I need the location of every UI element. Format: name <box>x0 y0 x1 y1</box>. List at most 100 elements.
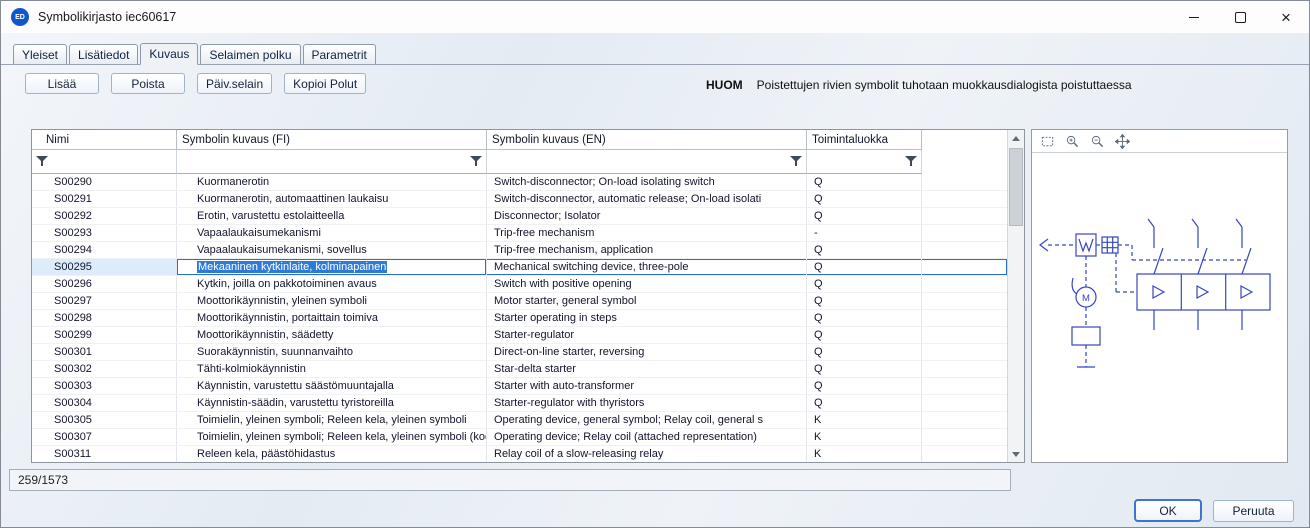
scroll-down-button[interactable] <box>1008 446 1024 462</box>
cell-nimi: S00294 <box>32 242 177 258</box>
zoom-out-icon[interactable] <box>1089 133 1105 149</box>
cell-en: Direct-on-line starter, reversing <box>487 344 807 360</box>
table-row[interactable]: S00295 Mekaaninen kytkinlaite, kolminapai… <box>32 259 1007 276</box>
table-row[interactable]: S00299Moottorikäynnistin, säädettyStarte… <box>32 327 1007 344</box>
cell-nimi: S00290 <box>32 174 177 190</box>
cell-en: Trip-free mechanism, application <box>487 242 807 258</box>
cell-en: Starter-regulator <box>487 327 807 343</box>
filter-cell-luokka[interactable] <box>807 150 922 174</box>
cell-nimi: S00307 <box>32 429 177 445</box>
cell-luokka: Q <box>807 293 922 309</box>
column-header-en[interactable]: Symbolin kuvaus (EN) <box>487 130 807 150</box>
tab-kuvaus[interactable]: Kuvaus <box>140 43 198 65</box>
scrollbar-thumb[interactable] <box>1009 148 1023 226</box>
column-header-fi[interactable]: Symbolin kuvaus (FI) <box>177 130 487 150</box>
minimize-button[interactable] <box>1171 1 1217 33</box>
table-row[interactable]: S00296Kytkin, joilla on pakkotoiminen av… <box>32 276 1007 293</box>
cell-fi: Kuormanerotin, automaattinen laukaisu <box>177 191 487 207</box>
cell-luokka: - <box>807 225 922 241</box>
cell-en: Trip-free mechanism <box>487 225 807 241</box>
table-row[interactable]: S00311Releen kela, päästöhidastusRelay c… <box>32 446 1007 462</box>
table-row[interactable]: S00297Moottorikäynnistin, yleinen symbol… <box>32 293 1007 310</box>
motor-label: M <box>1082 293 1090 304</box>
table-row[interactable]: S00292Erotin, varustettu estolaitteellaD… <box>32 208 1007 225</box>
cancel-button[interactable]: Peruuta <box>1213 500 1294 522</box>
symbol-preview-panel: M <box>1031 129 1288 463</box>
cell-fi: Suorakäynnistin, suunnanvaihto <box>177 344 487 360</box>
filter-funnel-icon[interactable] <box>905 156 917 167</box>
cell-luokka: K <box>807 429 922 445</box>
cell-luokka: Q <box>807 242 922 258</box>
cell-fi: Vapaalaukaisumekanismi, sovellus <box>177 242 487 258</box>
table-row[interactable]: S00290KuormanerotinSwitch-disconnector; … <box>32 174 1007 191</box>
table-row[interactable]: S00298Moottorikäynnistin, portaittain to… <box>32 310 1007 327</box>
filter-cell-nimi[interactable] <box>32 150 177 174</box>
cell-en: Switch-disconnector; On-load isolating s… <box>487 174 807 190</box>
row-counter: 259/1573 <box>18 473 68 487</box>
action-buttons: Lisää Poista Päiv.selain Kopioi Polut <box>25 73 366 94</box>
cell-nimi: S00305 <box>32 412 177 428</box>
p-iv-selain-button[interactable]: Päiv.selain <box>197 73 272 94</box>
cell-luokka: Q <box>807 276 922 292</box>
table-row[interactable]: S00304Käynnistin-säädin, varustettu tyri… <box>32 395 1007 412</box>
kopioi-polut-button[interactable]: Kopioi Polut <box>284 73 366 94</box>
cell-en: Starter with auto-transformer <box>487 378 807 394</box>
cell-luokka: Q <box>807 208 922 224</box>
note-body: Poistettujen rivien symbolit tuhotaan mu… <box>757 78 1132 92</box>
cell-nimi: S00298 <box>32 310 177 326</box>
poista-button[interactable]: Poista <box>111 73 185 94</box>
table-row[interactable]: S00291Kuormanerotin, automaattinen lauka… <box>32 191 1007 208</box>
cell-luokka: Q <box>807 310 922 326</box>
tab-parametrit[interactable]: Parametrit <box>303 44 376 64</box>
filter-cell-en[interactable] <box>487 150 807 174</box>
cell-fi: Käynnistin, varustettu säästömuuntajalla <box>177 378 487 394</box>
note-text: HUOM Poistettujen rivien symbolit tuhotaa… <box>706 78 1132 92</box>
cell-fi: Releen kela, päästöhidastus <box>177 446 487 462</box>
cell-nimi: S00296 <box>32 276 177 292</box>
table-row[interactable]: S00301Suorakäynnistin, suunnanvaihtoDire… <box>32 344 1007 361</box>
table-filter-row <box>32 150 1007 174</box>
selected-text: Mekaaninen kytkinlaite, kolminapainen <box>197 261 387 273</box>
cell-en: Mechanical switching device, three-pole <box>487 259 807 275</box>
lis-button[interactable]: Lisää <box>25 73 99 94</box>
note-label: HUOM <box>706 78 743 92</box>
filter-funnel-icon[interactable] <box>790 156 802 167</box>
column-header-luokka[interactable]: Toimintaluokka <box>807 130 922 150</box>
table-scrollbar[interactable] <box>1007 130 1024 462</box>
cell-nimi: S00301 <box>32 344 177 360</box>
table-row[interactable]: S00302Tähti-kolmiokäynnistinStar-delta s… <box>32 361 1007 378</box>
table-row[interactable]: S00307Toimielin, yleinen symboli; Releen… <box>32 429 1007 446</box>
cell-nimi: S00293 <box>32 225 177 241</box>
filter-funnel-icon[interactable] <box>36 156 48 167</box>
cell-luokka: K <box>807 412 922 428</box>
close-button[interactable] <box>1263 1 1309 33</box>
dialog-window: ED Symbolikirjasto iec60617 YleisetLisät… <box>0 0 1310 528</box>
table-row[interactable]: S00293VapaalaukaisumekanismiTrip-free me… <box>32 225 1007 242</box>
zoom-window-icon[interactable] <box>1039 133 1055 149</box>
column-header-nimi[interactable]: Nimi <box>32 130 177 150</box>
pan-icon[interactable] <box>1114 133 1130 149</box>
table-row[interactable]: S00294Vapaalaukaisumekanismi, sovellusTr… <box>32 242 1007 259</box>
ok-button[interactable]: OK <box>1134 499 1202 522</box>
zoom-in-icon[interactable] <box>1064 133 1080 149</box>
table-row[interactable]: S00305Toimielin, yleinen symboli; Releen… <box>32 412 1007 429</box>
cell-nimi: S00295 <box>32 259 177 275</box>
table-row[interactable]: S00303Käynnistin, varustettu säästömuunt… <box>32 378 1007 395</box>
app-icon: ED <box>11 8 29 26</box>
tab-yleiset[interactable]: Yleiset <box>13 44 67 64</box>
filter-funnel-icon[interactable] <box>470 156 482 167</box>
cell-luokka: Q <box>807 361 922 377</box>
tab-selaimen-polku[interactable]: Selaimen polku <box>200 44 300 64</box>
filter-cell-fi[interactable] <box>177 150 487 174</box>
scroll-up-button[interactable] <box>1008 130 1024 146</box>
maximize-button[interactable] <box>1217 1 1263 33</box>
cell-luokka: Q <box>807 259 922 275</box>
cell-fi: Tähti-kolmiokäynnistin <box>177 361 487 377</box>
cell-fi: Kytkin, joilla on pakkotoiminen avaus <box>177 276 487 292</box>
scroll-up-icon <box>1012 136 1020 141</box>
tab-lis-tiedot[interactable]: Lisätiedot <box>69 44 138 64</box>
cell-en: Operating device; Relay coil (attached r… <box>487 429 807 445</box>
cell-nimi: S00297 <box>32 293 177 309</box>
cell-en: Star-delta starter <box>487 361 807 377</box>
cell-luokka: Q <box>807 344 922 360</box>
